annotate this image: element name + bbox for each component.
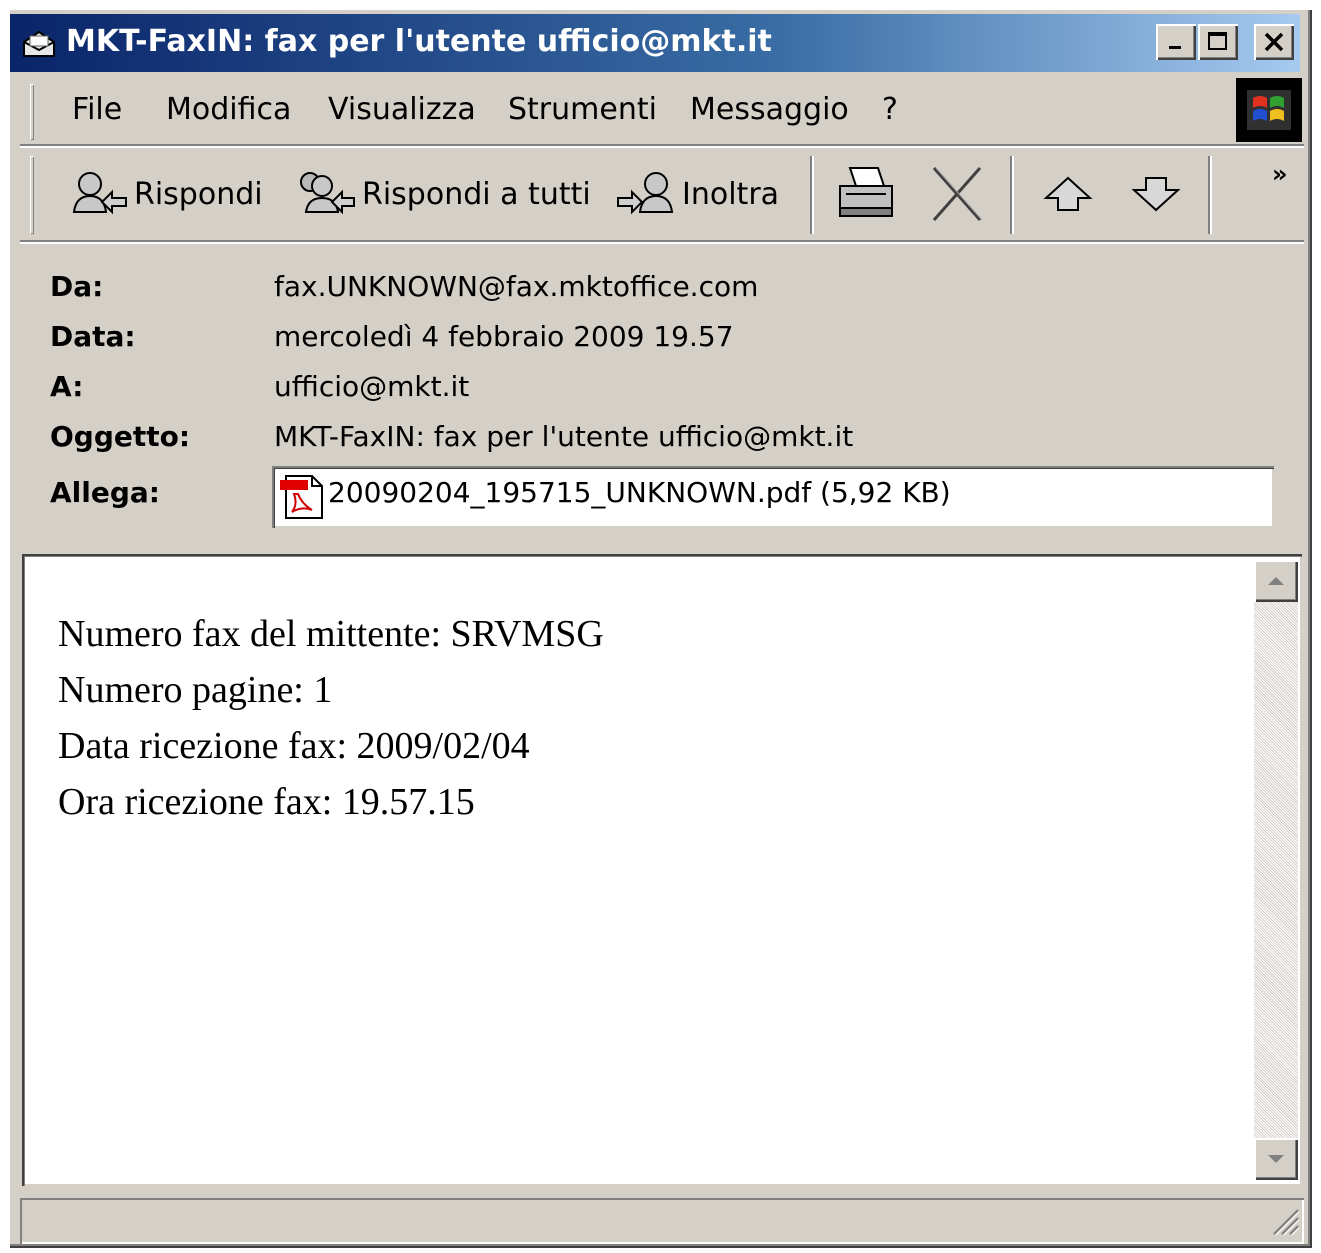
mail-icon <box>22 28 56 58</box>
delete-icon <box>932 167 983 221</box>
printer-icon <box>839 167 893 217</box>
minimize-icon <box>1169 46 1181 49</box>
pdf-file-icon[interactable] <box>278 474 326 524</box>
scroll-up-arrow-icon <box>1268 577 1284 585</box>
menu-messaggio[interactable]: Messaggio <box>690 92 849 127</box>
menu-bar: File Modifica Visualizza Strumenti Messa… <box>18 78 1230 142</box>
toolbar-overflow-chevron[interactable]: » <box>1272 160 1288 188</box>
message-text: Numero fax del mittente: SRVMSG Numero p… <box>58 606 604 830</box>
reply-all-label: Rispondi a tutti <box>362 176 591 212</box>
from-value[interactable]: fax.UNKNOWN@fax.mktoffice.com <box>274 270 758 303</box>
reply-all-icon <box>300 172 355 215</box>
forward-icon <box>617 172 674 215</box>
menu-modifica[interactable]: Modifica <box>166 92 291 127</box>
body-line: Data ricezione fax: 2009/02/04 <box>58 725 530 767</box>
toolbar-separator <box>1208 156 1212 234</box>
reply-icon <box>72 172 127 215</box>
resize-grip-icon[interactable] <box>1270 1206 1300 1240</box>
menu-visualizza[interactable]: Visualizza <box>328 92 476 127</box>
windows-logo-icon <box>1236 78 1302 142</box>
close-button[interactable] <box>1254 24 1294 60</box>
toolbar-separator-bottom <box>20 240 1304 244</box>
forward-label: Inoltra <box>682 176 780 212</box>
reply-label: Rispondi <box>134 176 263 212</box>
menu-help[interactable]: ? <box>882 92 898 127</box>
toolbar-separator <box>810 156 814 234</box>
date-label: Data: <box>50 320 136 353</box>
message-body[interactable]: Numero fax del mittente: SRVMSG Numero p… <box>22 554 1302 1186</box>
next-button[interactable] <box>1128 158 1184 230</box>
menu-file[interactable]: File <box>72 92 122 127</box>
print-button[interactable] <box>834 158 898 230</box>
previous-button[interactable] <box>1040 158 1096 230</box>
to-value[interactable]: ufficio@mkt.it <box>274 370 469 403</box>
from-label: Da: <box>50 270 104 303</box>
subject-value: MKT-FaxIN: fax per l'utente ufficio@mkt.… <box>274 420 854 453</box>
subject-label: Oggetto: <box>50 420 191 453</box>
maximize-button[interactable] <box>1198 24 1238 60</box>
toolbar: Rispondi Rispondi a tutti Inoltra » <box>18 148 1304 242</box>
body-line: Numero pagine: 1 <box>58 669 333 711</box>
attachment-field[interactable]: 20090204_195715_UNKNOWN.pdf (5,92 KB) <box>272 466 1274 528</box>
maximize-icon <box>1208 32 1227 50</box>
scroll-up-button[interactable] <box>1254 560 1298 602</box>
forward-button[interactable]: Inoltra <box>616 158 779 230</box>
reply-button[interactable]: Rispondi <box>68 158 263 230</box>
date-value: mercoledì 4 febbraio 2009 19.57 <box>274 320 734 353</box>
close-icon <box>1264 32 1284 52</box>
attachment-filename[interactable]: 20090204_195715_UNKNOWN.pdf (5,92 KB) <box>328 476 951 509</box>
body-line: Numero fax del mittente: SRVMSG <box>58 613 604 655</box>
attach-label: Allega: <box>50 476 160 509</box>
arrow-down-icon <box>1131 177 1181 212</box>
window-title: MKT-FaxIN: fax per l'utente ufficio@mkt.… <box>66 24 772 59</box>
status-bar <box>20 1198 1304 1244</box>
arrow-up-icon <box>1043 176 1093 211</box>
body-line: Ora ricezione fax: 19.57.15 <box>58 781 475 823</box>
minimize-button[interactable] <box>1156 24 1196 60</box>
scroll-down-button[interactable] <box>1254 1138 1298 1180</box>
toolbar-separator <box>1010 156 1014 234</box>
scroll-down-arrow-icon <box>1268 1155 1284 1163</box>
delete-button[interactable] <box>928 158 986 230</box>
menu-strumenti[interactable]: Strumenti <box>508 92 657 127</box>
to-label: A: <box>50 370 84 403</box>
reply-all-button[interactable]: Rispondi a tutti <box>294 158 591 230</box>
vertical-scrollbar[interactable] <box>1254 560 1298 1180</box>
title-bar[interactable]: MKT-FaxIN: fax per l'utente ufficio@mkt.… <box>10 14 1300 72</box>
